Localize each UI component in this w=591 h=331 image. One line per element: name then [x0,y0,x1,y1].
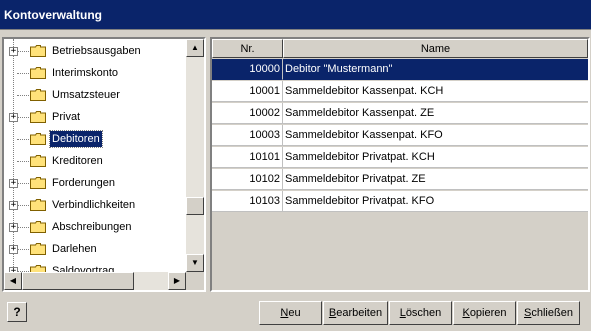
folder-icon [30,45,46,57]
expand-plus-icon[interactable]: + [9,201,18,210]
copy-button-hotkey: K [462,307,470,319]
account-table[interactable]: Nr. Name 10000 Debitor "Mustermann" 10001 S… [210,37,590,292]
tree-list: + Betriebsausgaben Interimskonto Umsatzsteu… [4,39,186,272]
expand-plus-icon[interactable]: + [9,113,18,122]
tree-item-label: Umsatzsteuer [52,89,120,101]
tree-item-label: Forderungen [52,177,115,189]
folder-icon [30,67,46,79]
expand-plus-icon[interactable]: + [9,245,18,254]
tree-item[interactable]: Kreditoren [4,151,186,173]
tree-item-label: Darlehen [52,243,97,255]
tree-connector [17,205,29,206]
tree-connector [17,227,29,228]
folder-icon [30,265,46,272]
cell-nr: 10002 [212,103,283,124]
scroll-down-arrow-icon[interactable]: ▼ [186,254,204,272]
tree-connector [17,249,29,250]
window-title: Kontoverwaltung [0,0,591,30]
scroll-thumb[interactable] [186,197,204,215]
table-row[interactable]: 10003 Sammeldebitor Kassenpat. KFO [212,125,588,147]
help-button[interactable]: ? [7,302,27,322]
table-row[interactable]: 10101 Sammeldebitor Privatpat. KCH [212,147,588,169]
tree-item[interactable]: Umsatzsteuer [4,85,186,107]
column-header-nr[interactable]: Nr. [212,39,283,58]
tree-item-label: Kreditoren [52,155,103,167]
copy-button[interactable]: Kopieren [453,301,516,325]
cell-name: Debitor "Mustermann" [283,59,588,80]
scroll-right-arrow-icon[interactable]: ▶ [168,272,186,290]
folder-icon [30,111,46,123]
table-row[interactable]: 10103 Sammeldebitor Privatpat. KFO [212,191,588,213]
expand-plus-icon[interactable]: + [9,47,18,56]
tree-item-label: Saldovortrag [52,265,115,272]
cell-name: Sammeldebitor Privatpat. KFO [283,191,588,212]
table-header: Nr. Name [212,39,588,59]
copy-button-label: opieren [469,307,507,319]
tree-item-label: Interimskonto [52,67,119,79]
scroll-left-arrow-icon[interactable]: ◀ [4,272,22,290]
cell-name: Sammeldebitor Kassenpat. KCH [283,81,588,102]
folder-icon [30,199,46,211]
folder-icon [30,177,46,189]
cell-nr: 10000 [212,59,283,80]
close-button-label: chließen [531,307,573,319]
tree-item-label: Betriebsausgaben [52,45,141,57]
folder-icon [30,221,46,233]
delete-button-label: öschen [405,307,442,319]
hscroll-thumb[interactable] [22,272,134,290]
table-row[interactable]: 10000 Debitor "Mustermann" [212,59,588,81]
tree-item[interactable]: + Privat [4,107,186,129]
tree-item[interactable]: Debitoren [4,129,186,151]
close-button[interactable]: Schließen [517,301,580,325]
tree-item[interactable]: + Darlehen [4,239,186,261]
cell-name: Sammeldebitor Privatpat. KCH [283,147,588,168]
tree-vertical-scrollbar[interactable]: ▲ ▼ [186,39,204,272]
cell-name: Sammeldebitor Kassenpat. KFO [283,125,588,146]
cell-nr: 10101 [212,147,283,168]
table-row[interactable]: 10002 Sammeldebitor Kassenpat. ZE [212,103,588,125]
expand-plus-icon[interactable]: + [9,179,18,188]
new-button[interactable]: Neu [259,301,322,325]
help-icon: ? [13,305,21,319]
tree-connector [17,139,29,140]
tree-item[interactable]: + Forderungen [4,173,186,195]
tree-connector [17,51,29,52]
edit-button-label: earbeiten [336,307,383,319]
column-header-name[interactable]: Name [283,39,588,58]
folder-icon [30,133,46,145]
tree-connector [17,161,29,162]
tree-connector [17,73,29,74]
cell-nr: 10001 [212,81,283,102]
expand-plus-icon[interactable]: + [9,223,18,232]
cell-name: Sammeldebitor Kassenpat. ZE [283,103,588,124]
edit-button[interactable]: Bearbeiten [323,301,388,325]
table-row[interactable]: 10001 Sammeldebitor Kassenpat. KCH [212,81,588,103]
new-button-label: eu [288,307,301,319]
tree-item[interactable]: + Saldovortrag [4,261,186,272]
tree-horizontal-scrollbar[interactable]: ◀ ▶ [4,272,186,290]
delete-button[interactable]: Löschen [389,301,452,325]
folder-icon [30,243,46,255]
scroll-corner [186,272,204,290]
tree-item[interactable]: + Betriebsausgaben [4,41,186,63]
scroll-up-arrow-icon[interactable]: ▲ [186,39,204,57]
tree-item-label: Verbindlichkeiten [52,199,136,211]
cell-nr: 10003 [212,125,283,146]
tree-item[interactable]: + Verbindlichkeiten [4,195,186,217]
cell-nr: 10102 [212,169,283,190]
tree-item[interactable]: + Abschreibungen [4,217,186,239]
table-row[interactable]: 10102 Sammeldebitor Privatpat. ZE [212,169,588,191]
tree-connector [17,183,29,184]
cell-nr: 10103 [212,191,283,212]
cell-name: Sammeldebitor Privatpat. ZE [283,169,588,190]
folder-icon [30,89,46,101]
folder-icon [30,155,46,167]
tree-item[interactable]: Interimskonto [4,63,186,85]
tree-connector [17,95,29,96]
tree-item-label: Debitoren [49,130,103,148]
tree-connector [17,117,29,118]
tree-item-label: Privat [52,111,81,123]
tree-item-label: Abschreibungen [52,221,132,233]
account-group-tree[interactable]: + Betriebsausgaben Interimskonto Umsatzsteu… [2,37,206,292]
